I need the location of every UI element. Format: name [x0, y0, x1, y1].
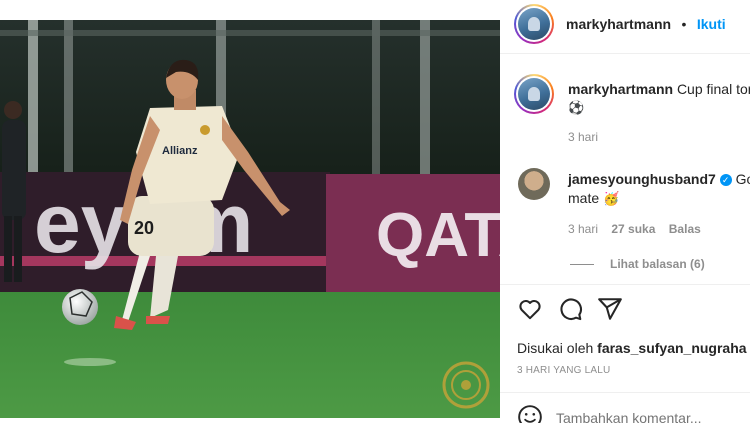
comment-text-line2: mate	[568, 190, 600, 206]
comment-meta: 3 hari 27 suka Balas	[568, 222, 701, 236]
caption-emoji: ⚽	[568, 100, 585, 115]
caption-age[interactable]: 3 hari	[568, 130, 598, 144]
jersey-number: 20	[134, 218, 154, 238]
follow-button[interactable]: Ikuti	[697, 16, 726, 32]
comment-age[interactable]: 3 hari	[568, 222, 598, 236]
post-photo[interactable]: eyum QATA 20 Allianz	[0, 20, 500, 418]
author-avatar[interactable]	[514, 4, 554, 44]
football-photo-illustration: eyum QATA 20 Allianz	[0, 20, 500, 418]
liked-by-prefix: Disukai oleh	[517, 340, 594, 356]
post-side-panel: markyhartmann • Ikuti markyhartmann Cup …	[500, 0, 750, 423]
view-replies[interactable]: Lihat balasan (6)	[570, 257, 705, 271]
author-username[interactable]: markyhartmann	[566, 16, 671, 32]
caption-avatar[interactable]	[514, 74, 554, 114]
caption-text: Cup final tor	[676, 81, 750, 97]
fence-rail	[0, 30, 500, 36]
separator-dot: •	[681, 16, 687, 32]
composer-divider	[500, 392, 750, 393]
fence-post	[420, 20, 430, 180]
actions-divider	[500, 284, 750, 285]
reply-button[interactable]: Balas	[669, 222, 701, 236]
caption-username[interactable]: markyhartmann	[568, 81, 673, 97]
caption: markyhartmann Cup final tor ⚽	[568, 81, 750, 117]
post-timestamp[interactable]: 3 HARI YANG LALU	[517, 365, 610, 376]
comment-text-line1: Goo	[735, 171, 750, 187]
view-replies-line	[570, 264, 594, 266]
view-replies-label[interactable]: Lihat balasan (6)	[610, 257, 705, 271]
header-divider	[500, 53, 750, 54]
comment-likes[interactable]: 27 suka	[611, 222, 655, 236]
banner-right-text: QATA	[376, 201, 500, 270]
jersey-sponsor: Allianz	[162, 145, 198, 157]
smiley-icon[interactable]	[517, 404, 543, 423]
commenter-avatar[interactable]	[518, 168, 550, 200]
liked-by-user[interactable]: faras_sufyan_nugraha	[597, 340, 746, 356]
comment-bubble-icon[interactable]	[557, 296, 583, 322]
liked-by: Disukai oleh faras_sufyan_nugraha da	[517, 340, 750, 356]
comment-input[interactable]	[556, 408, 746, 423]
goal-post-left	[28, 20, 38, 180]
fence-post	[372, 20, 380, 180]
pitch-marking	[64, 358, 116, 366]
paper-plane-icon[interactable]	[597, 296, 623, 322]
verified-check-icon: ✓	[719, 174, 732, 186]
football	[62, 289, 98, 325]
heart-icon[interactable]	[517, 296, 543, 322]
comment: jamesyounghusband7 ✓ Goo mate 🥳	[568, 171, 750, 207]
comment-emoji: 🥳	[603, 191, 620, 206]
post-header: markyhartmann • Ikuti	[566, 16, 726, 34]
commenter-username[interactable]: jamesyounghusband7	[568, 171, 716, 187]
fence-post	[64, 20, 73, 180]
